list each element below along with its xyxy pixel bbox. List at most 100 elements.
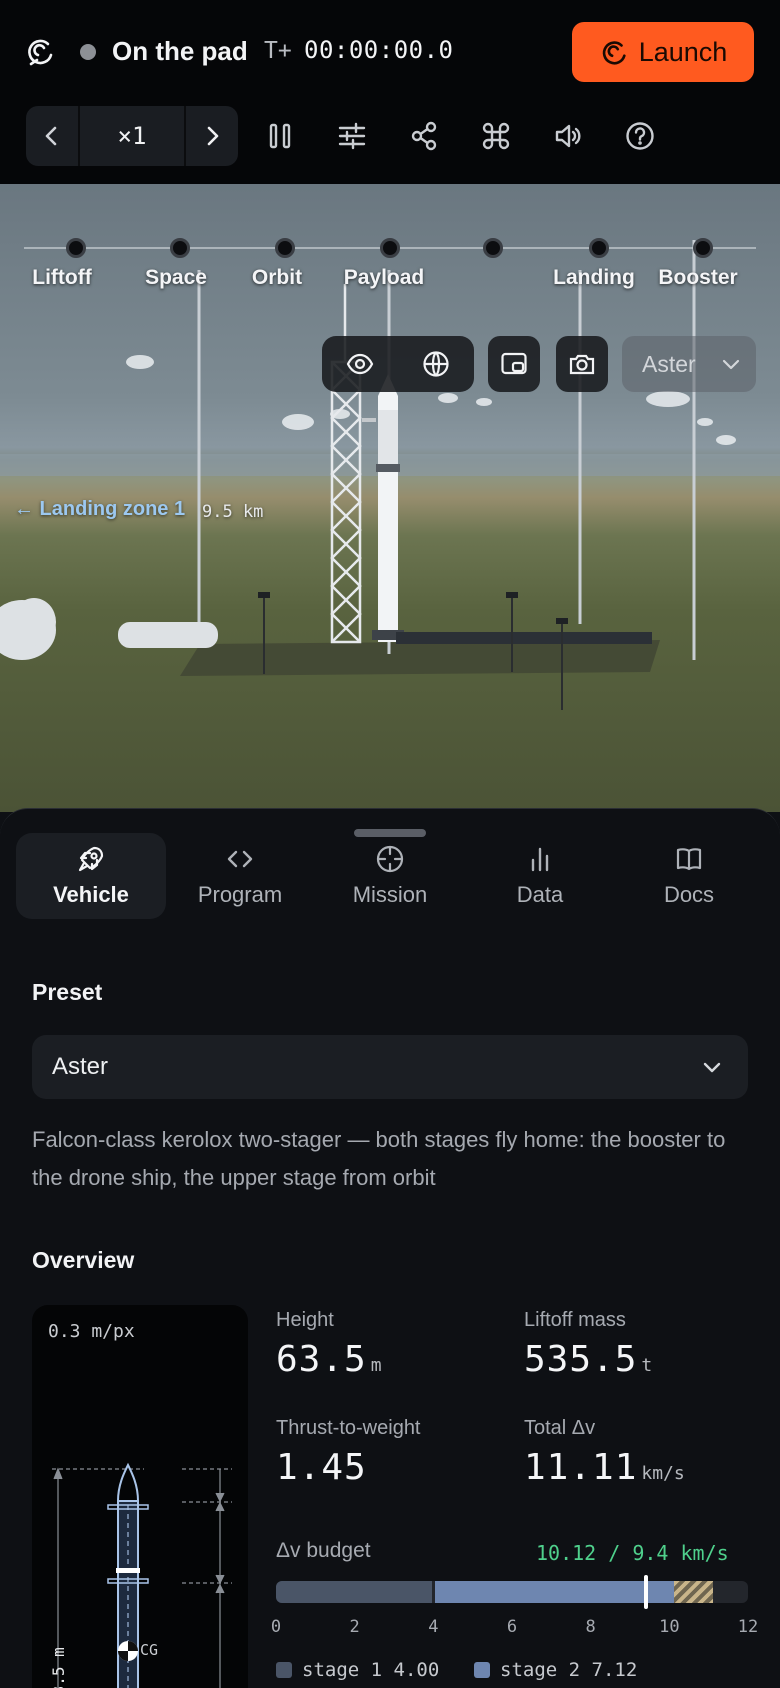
camera-target-select[interactable]: Aster (622, 336, 756, 392)
volume-icon (555, 124, 581, 148)
timeline-milestone-dot[interactable] (693, 238, 713, 258)
timeline-milestone-label: Landing (553, 266, 635, 289)
mission-clock-label: T+ (264, 38, 292, 64)
help-icon (626, 122, 654, 150)
total-dv-unit: km/s (641, 1463, 685, 1484)
picture-in-picture-button[interactable] (488, 336, 540, 392)
command-icon (482, 122, 510, 150)
height-unit: m (370, 1355, 382, 1376)
view-globe-button[interactable] (398, 336, 474, 392)
pause-button[interactable] (260, 116, 300, 156)
tab-vehicle[interactable]: Vehicle (16, 833, 166, 919)
dv-axis-tick: 4 (428, 1617, 439, 1637)
bottom-sheet: Vehicle Program Mission Data Docs Preset… (0, 808, 780, 1688)
overview-heading: Overview (32, 1247, 135, 1273)
preset-heading: Preset (32, 979, 103, 1005)
launch-scene-viewport[interactable]: Aster ← Landing zone 1 9.5 km Liftoff Spa… (0, 184, 780, 812)
screenshot-button[interactable] (556, 336, 608, 392)
timeline-milestone-dot[interactable] (66, 238, 86, 258)
tab-data[interactable]: Data (465, 833, 615, 919)
timeline-milestone-dot[interactable] (275, 238, 295, 258)
dv-budget-label: Δv budget (276, 1539, 371, 1562)
tab-data-label: Data (516, 882, 564, 907)
launch-label: Launch (638, 36, 728, 67)
picture-in-picture-icon (501, 352, 527, 375)
timeline-milestone-label: Booster (658, 266, 738, 289)
dv-stage2-segment (434, 1581, 558, 1603)
vehicle-silhouette: CG 63.5 m (49, 1462, 232, 1688)
tab-mission[interactable]: Mission (315, 833, 465, 919)
liftoff-mass-stat: 535.5 t (524, 1339, 652, 1380)
height-value: 63.5 (276, 1339, 367, 1380)
dv-budget-bar (276, 1581, 748, 1603)
vehicle-profile-diagram: 0.3 m/px CG 63.5 m (32, 1305, 248, 1688)
liftoff-mass-label: Liftoff mass (524, 1309, 626, 1331)
crosshair-icon (376, 845, 404, 873)
dv-legend-label: stage 2 7.12 (500, 1659, 638, 1681)
diagram-scale: 0.3 m/px (48, 1321, 135, 1342)
twr-label: Thrust-to-weight (276, 1417, 421, 1439)
chevron-down-icon (703, 1062, 721, 1073)
cg-label: CG (140, 1641, 158, 1659)
dv-axis-tick: 8 (585, 1617, 596, 1637)
total-dv-label: Total Δv (524, 1417, 596, 1439)
dv-reserve-segment (674, 1581, 713, 1603)
camera-target-value: Aster (642, 350, 696, 377)
dv-budget-value: 10.12 / 9.4 km/s (536, 1541, 729, 1565)
sound-button[interactable] (548, 116, 588, 156)
preset-description: Falcon-class kerolox two-stager — both s… (32, 1127, 726, 1190)
total-dv-value: 11.11 (524, 1447, 638, 1488)
view-eye-button[interactable] (322, 336, 398, 392)
help-button[interactable] (620, 116, 660, 156)
sliders-icon (338, 122, 366, 150)
tab-docs[interactable]: Docs (614, 833, 764, 919)
time-warp-control: ×1 (26, 106, 238, 166)
command-palette-button[interactable] (476, 116, 516, 156)
eye-icon (346, 353, 374, 375)
pause-icon (269, 123, 291, 149)
dv-stage1-segment (276, 1581, 433, 1603)
height-stat: 63.5 m (276, 1339, 382, 1380)
timeline-milestone-dot[interactable] (170, 238, 190, 258)
tab-docs-label: Docs (663, 882, 715, 907)
tab-mission-label: Mission (352, 882, 428, 907)
timeline-milestone-label: Orbit (251, 266, 303, 289)
mission-clock: 00:00:00.0 (304, 36, 454, 64)
dv-axis-tick: 0 (270, 1617, 282, 1637)
view-toggle-group (322, 336, 474, 392)
book-icon (676, 848, 702, 871)
chevron-left-icon (45, 126, 57, 146)
landing-zone-marker[interactable]: ← Landing zone 1 (14, 498, 185, 521)
timeline-milestone-dot[interactable] (589, 238, 609, 258)
slower-button[interactable] (26, 106, 78, 166)
dv-legend-label: stage 1 4.00 (302, 1659, 440, 1681)
rocket-icon (78, 846, 104, 872)
dv-axis-tick: 6 (506, 1617, 518, 1637)
launch-button[interactable]: Launch (572, 22, 754, 82)
timeline-milestone-label: Liftoff (32, 266, 92, 289)
diagram-height-label: 63.5 m (49, 1647, 68, 1688)
chevron-down-icon (722, 359, 739, 370)
chevron-right-icon (207, 126, 219, 146)
globe-icon (423, 351, 449, 377)
faster-button[interactable] (186, 106, 238, 166)
tab-program[interactable]: Program (165, 833, 315, 919)
timeline-milestone-dot[interactable] (483, 238, 503, 258)
settings-button[interactable] (332, 116, 372, 156)
share-button[interactable] (404, 116, 444, 156)
preset-select-value: Aster (52, 1053, 109, 1080)
timeline-milestone-label: Payload (343, 266, 425, 289)
dv-legend-swatch (474, 1662, 490, 1678)
share-icon (411, 121, 437, 151)
height-label: Height (276, 1309, 334, 1331)
app-logo-icon[interactable] (24, 35, 56, 67)
code-icon (227, 850, 253, 868)
launch-icon (602, 41, 626, 65)
landing-zone-distance: 9.5 km (202, 502, 264, 522)
timeline-milestone-dot[interactable] (380, 238, 400, 258)
preset-select[interactable]: Aster (32, 1035, 748, 1099)
dv-legend-item: stage 1 4.00 (276, 1659, 439, 1681)
liftoff-mass-value: 535.5 (524, 1339, 638, 1380)
camera-icon (569, 354, 595, 375)
mission-status: On the pad (112, 36, 248, 66)
